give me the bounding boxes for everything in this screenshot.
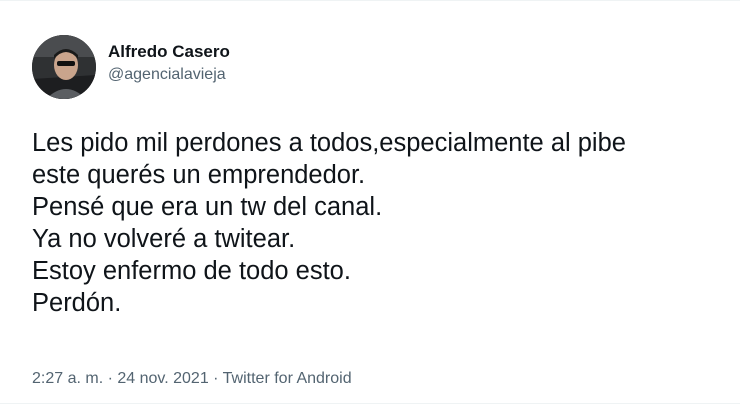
tweet-text: Les pido mil perdones a todos,especialme… [32, 127, 738, 319]
tweet-date-link[interactable]: 24 nov. 2021 [117, 370, 208, 387]
tweet-meta: 2:27 a. m. · 24 nov. 2021 · Twitter for … [32, 368, 352, 390]
tweet-text-line: Les pido mil perdones a todos,especialme… [32, 129, 626, 157]
tweet-source-link[interactable]: Twitter for Android [223, 370, 352, 387]
tweet-text-line: Perdón. [32, 289, 122, 317]
author-handle[interactable]: @agencialavieja [108, 64, 230, 86]
meta-separator: · [208, 370, 223, 387]
tweet-text-line: Estoy enfermo de todo esto. [32, 257, 351, 285]
profile-photo-icon [32, 35, 96, 99]
avatar[interactable] [32, 35, 96, 99]
tweet-time-link[interactable]: 2:27 a. m. [32, 370, 103, 387]
tweet-text-line: Ya no volveré a twitear. [32, 225, 296, 253]
tweet-text-line: Pensé que era un tw del canal. [32, 193, 383, 221]
tweet-text-line: este querés un emprendedor. [32, 161, 366, 189]
meta-separator: · [103, 370, 118, 387]
tweet-card: Alfredo Casero @agencialavieja Les pido … [0, 0, 740, 404]
author-block: Alfredo Casero @agencialavieja [108, 41, 230, 86]
author-display-name[interactable]: Alfredo Casero [108, 41, 230, 63]
